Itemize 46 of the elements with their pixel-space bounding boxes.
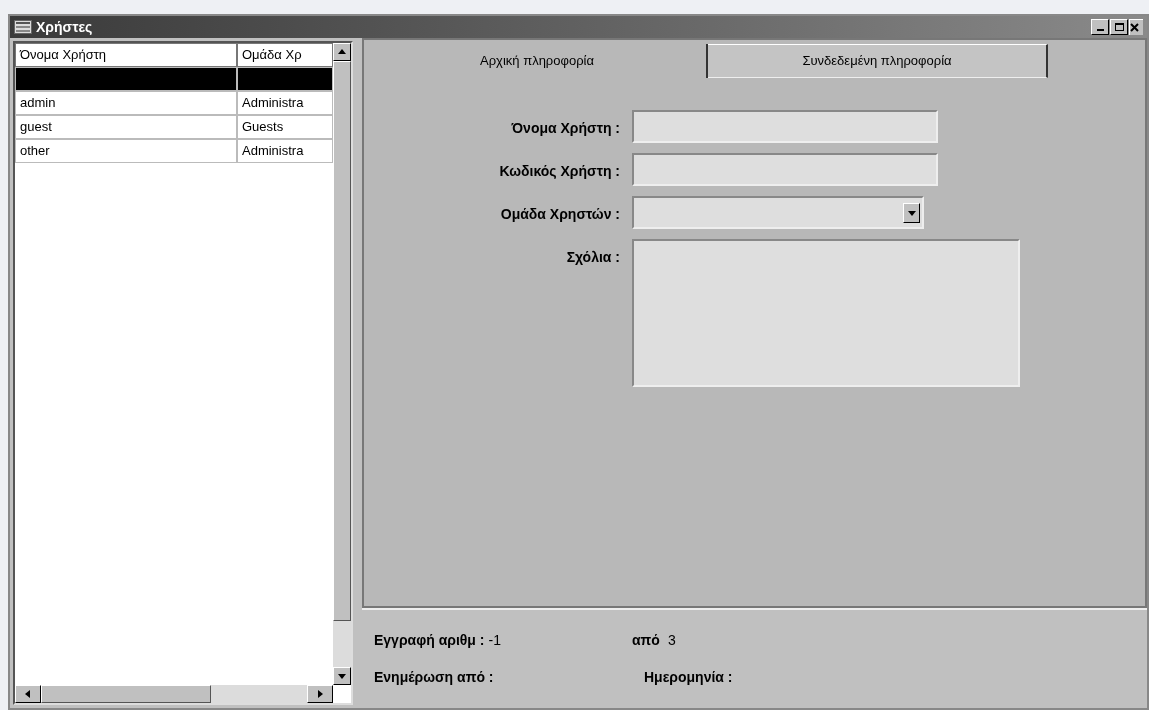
scroll-up-button[interactable] bbox=[333, 43, 351, 61]
field-label: Κωδικός Χρήστη : bbox=[498, 162, 620, 181]
up-arrow-icon bbox=[337, 47, 347, 57]
left-arrow-icon bbox=[23, 689, 33, 699]
status-value: 3 bbox=[667, 631, 676, 650]
table-cell: guest bbox=[15, 115, 237, 139]
tab[interactable]: Συνδεδεμένη πληροφορία bbox=[708, 44, 1048, 78]
right-arrow-icon bbox=[315, 689, 325, 699]
maximize-icon bbox=[1114, 23, 1124, 31]
dropdown-button[interactable] bbox=[903, 202, 920, 223]
scroll-right-button[interactable] bbox=[307, 685, 333, 703]
status-label: από bbox=[632, 631, 660, 650]
scroll-down-button[interactable] bbox=[333, 667, 351, 685]
dropdown-field[interactable] bbox=[632, 196, 924, 229]
table-cell: Administra bbox=[237, 91, 333, 115]
window-title: Χρήστες bbox=[36, 17, 93, 37]
down-arrow-icon bbox=[337, 671, 347, 681]
field-label: Ομάδα Χρηστών : bbox=[499, 205, 620, 224]
scroll-thumb[interactable] bbox=[41, 685, 211, 703]
status-label: Εγγραφή αριθμ : bbox=[374, 631, 485, 650]
window-icon bbox=[14, 20, 32, 34]
horizontal-scrollbar[interactable] bbox=[15, 685, 333, 703]
status-value: -1 bbox=[488, 631, 501, 650]
field-label: Όνομα Χρήστη : bbox=[510, 119, 620, 138]
column-header[interactable]: Όνομα Χρήστη bbox=[15, 43, 237, 67]
table-cell: Administra bbox=[237, 139, 333, 163]
close-button[interactable] bbox=[1129, 19, 1143, 35]
text-field[interactable] bbox=[632, 153, 938, 186]
comments-field[interactable] bbox=[632, 239, 1020, 387]
table-cell: other bbox=[15, 139, 237, 163]
list-row[interactable]: other Administra bbox=[15, 139, 333, 163]
close-icon bbox=[1130, 23, 1139, 32]
table-cell: Guests bbox=[237, 115, 333, 139]
status-label: Ενημέρωση από : bbox=[374, 668, 495, 687]
scroll-left-button[interactable] bbox=[15, 685, 41, 703]
status-label: Ημερομηνία : bbox=[644, 668, 733, 687]
list-row[interactable] bbox=[15, 67, 333, 91]
maximize-button[interactable] bbox=[1110, 19, 1128, 35]
column-header[interactable]: Ομάδα Χρ bbox=[237, 43, 333, 67]
minimize-icon bbox=[1096, 29, 1104, 31]
table-cell: admin bbox=[15, 91, 237, 115]
list-row[interactable]: guest Guests bbox=[15, 115, 333, 139]
minimize-button[interactable] bbox=[1091, 19, 1109, 35]
list-row[interactable]: admin Administra bbox=[15, 91, 333, 115]
text-field[interactable] bbox=[632, 110, 938, 143]
field-label: Σχόλια : bbox=[565, 248, 620, 267]
